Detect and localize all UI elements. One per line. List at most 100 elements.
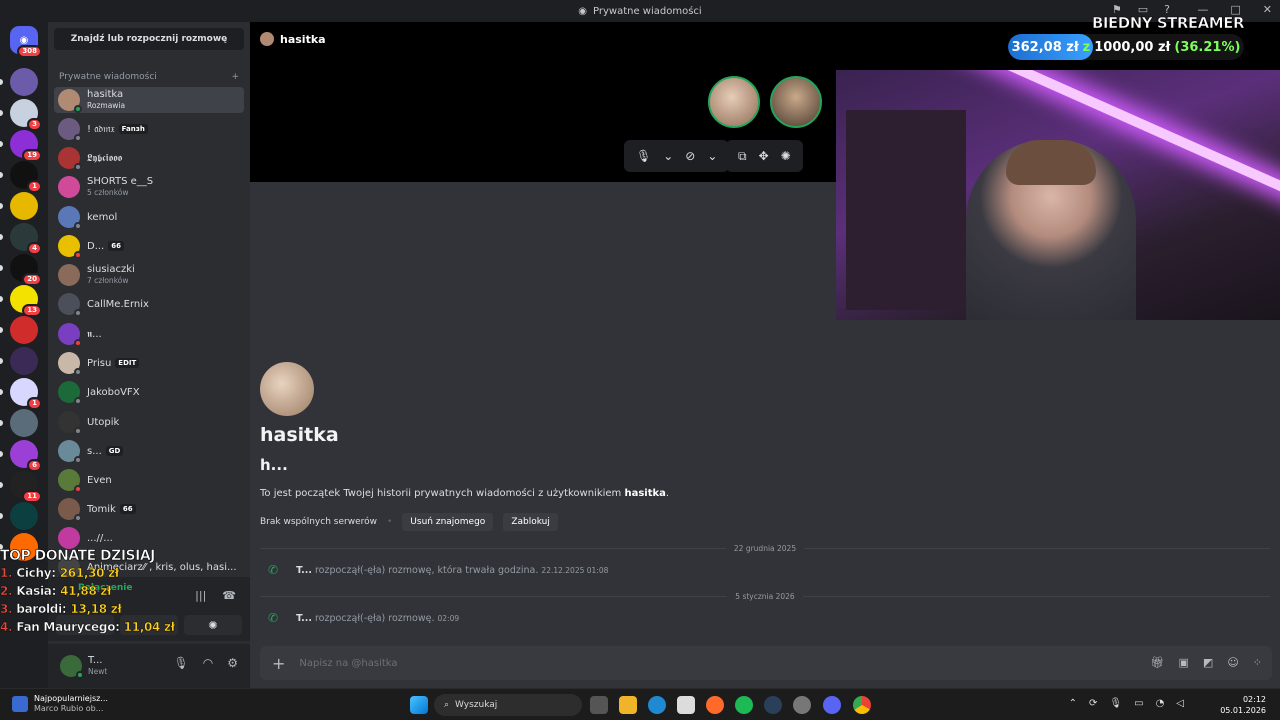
chevron-down-icon[interactable]: ⌄ [663, 149, 673, 163]
dm-name: Prisu EDIT [87, 358, 140, 369]
display-icon[interactable]: ▭ [1134, 698, 1143, 709]
dm-item[interactable]: Prisu EDIT [54, 350, 244, 376]
taskbar-search[interactable]: ⌕ Wyszukaj [434, 694, 582, 716]
dm-item[interactable]: Utopik [54, 409, 244, 435]
dm-item[interactable]: siusiaczki 7 członków [54, 262, 244, 288]
soundboard-icon[interactable]: ✺ [781, 149, 791, 163]
dm-item[interactable]: 𝖓... [54, 321, 244, 347]
sync-icon[interactable]: ⟳ [1089, 698, 1097, 709]
mic-icon[interactable]: 🎙︎ [1109, 698, 1122, 709]
intro-avatar [260, 362, 314, 416]
close-button[interactable]: ✕ [1263, 3, 1272, 16]
server-icon[interactable]: 1 [10, 378, 42, 410]
plus-icon[interactable]: + [231, 72, 239, 82]
sticker-icon[interactable]: ◩ [1203, 656, 1213, 669]
home-button[interactable]: ◉ 308 [10, 26, 42, 58]
emoji-icon[interactable]: ☺ [1227, 656, 1238, 669]
spotify-icon[interactable] [735, 696, 753, 714]
mic-icon[interactable]: 🎙︎ [636, 149, 651, 163]
plus-icon[interactable]: + [272, 654, 285, 673]
server-badge: 1 [27, 180, 42, 193]
soundboard-button[interactable]: ✺ [184, 615, 242, 635]
dm-item[interactable]: D... 66 [54, 233, 244, 259]
unread-pip [0, 110, 3, 116]
find-conversation-button[interactable]: Znajdź lub rozpocznij rozmowę [54, 28, 244, 50]
donation-percent: (36.21%) [1174, 39, 1241, 55]
screenshare-icon[interactable]: ⧉ [738, 149, 747, 164]
wifi-icon[interactable]: ◔ [1156, 698, 1165, 709]
dm-name: Tomik 66 [87, 504, 136, 515]
user-avatar[interactable] [60, 655, 84, 679]
dm-item[interactable]: CallMe.Ernix [54, 291, 244, 317]
discord-app: ◉ Prywatne wiadomości ⚑ ▭ ? — □ ✕ ◉ 308 … [0, 0, 1280, 720]
server-icon[interactable]: 4 [10, 223, 42, 255]
participant-avatar[interactable] [708, 76, 760, 128]
server-icon[interactable]: 3 [10, 99, 42, 131]
remove-friend-button[interactable]: Usuń znajomego [402, 513, 494, 531]
message-author[interactable]: T... [296, 565, 312, 576]
dm-item[interactable]: hasitka Rozmawia [54, 87, 244, 113]
activities-icon[interactable]: ✥ [759, 149, 769, 163]
chevron-up-icon[interactable]: ⌃ [1069, 698, 1077, 709]
participant-avatar[interactable] [770, 76, 822, 128]
clock-time: 02:12 [1242, 695, 1266, 704]
dm-item[interactable]: s... GD [54, 438, 244, 464]
news-widget[interactable]: Najpopularniejsz... Marco Rubio ob... [12, 694, 108, 714]
disconnect-icon[interactable]: ☎ [222, 589, 236, 602]
chevron-down-icon[interactable]: ⌄ [707, 149, 717, 163]
server-icon[interactable]: 13 [10, 285, 42, 317]
server-icon[interactable]: 19 [10, 130, 42, 162]
server-icon[interactable] [10, 316, 38, 344]
server-icon[interactable]: 20 [10, 254, 42, 286]
unread-pip [0, 451, 3, 457]
news-line2: Marco Rubio ob... [34, 704, 104, 713]
mic-icon[interactable]: 🎙︎ [174, 656, 189, 670]
discord-icon[interactable] [823, 696, 841, 714]
dm-item[interactable]: JakoboVFX [54, 379, 244, 405]
taskbar: Najpopularniejsz... Marco Rubio ob... ⌕ … [0, 688, 1280, 720]
dm-name: SHORTS e__S [87, 176, 153, 187]
taskbar-clock[interactable]: 02:12 05.01.2026 [1220, 694, 1266, 716]
gif-icon[interactable]: ▣ [1179, 656, 1189, 669]
gear-icon[interactable]: ⚙ [227, 656, 238, 670]
headphones-icon[interactable]: ◠ [203, 656, 213, 670]
dm-item[interactable]: kemol [54, 204, 244, 230]
server-icon[interactable]: 1 [10, 161, 42, 193]
camera-off-icon[interactable]: ⊘ [685, 149, 695, 163]
task-view-icon[interactable] [590, 696, 608, 714]
server-icon[interactable] [10, 68, 38, 96]
message-author[interactable]: T... [296, 613, 312, 624]
chrome-icon[interactable] [853, 696, 871, 714]
store-icon[interactable] [677, 696, 695, 714]
gift-icon[interactable]: 🎁︎ [1151, 656, 1165, 669]
no-mutual-servers[interactable]: Brak wspólnych serwerów [260, 517, 377, 527]
settings-icon[interactable] [793, 696, 811, 714]
windows-start-icon[interactable] [410, 696, 428, 714]
dm-item[interactable]: Even [54, 467, 244, 493]
dm-item[interactable]: SHORTS e__S 5 członków [54, 174, 244, 200]
server-badge: 6 [27, 459, 42, 472]
top-donate-overlay: TOP DONATE DZISIAJ 1. Cichy: 261,30 zł 2. Ka… [0, 548, 175, 636]
dm-item[interactable]: 𝕷𝖞𝖇𝖈𝖎𝖔𝖔𝖔 [54, 145, 244, 171]
dm-item[interactable]: Tomik 66 [54, 496, 244, 522]
dm-intro: hasitka h... To jest początek Twojej his… [260, 362, 669, 531]
server-icon[interactable] [10, 502, 38, 530]
server-icon[interactable] [10, 409, 38, 437]
server-icon[interactable]: 11 [10, 471, 42, 503]
noise-icon[interactable]: ||| [195, 589, 206, 602]
block-button[interactable]: Zablokuj [503, 513, 558, 531]
dm-name-text: ...//... [87, 532, 113, 544]
server-icon[interactable]: 6 [10, 440, 42, 472]
file-explorer-icon[interactable] [619, 696, 637, 714]
dm-item[interactable]: ! 𝔞𝔡𝔪𝔵 Fanзh [54, 116, 244, 142]
server-icon[interactable] [10, 347, 38, 375]
dm-name: siusiaczki [87, 264, 135, 275]
apps-icon[interactable]: ⁘ [1253, 656, 1262, 669]
server-icon[interactable] [10, 192, 38, 220]
firefox-icon[interactable] [706, 696, 724, 714]
edge-icon[interactable] [648, 696, 666, 714]
steam-icon[interactable] [764, 696, 782, 714]
volume-icon[interactable]: ◁ [1176, 698, 1184, 709]
message-composer[interactable]: + Napisz na @hasitka 🎁︎ ▣ ◩ ☺ ⁘ [260, 646, 1272, 680]
composer-placeholder[interactable]: Napisz na @hasitka [299, 658, 397, 669]
